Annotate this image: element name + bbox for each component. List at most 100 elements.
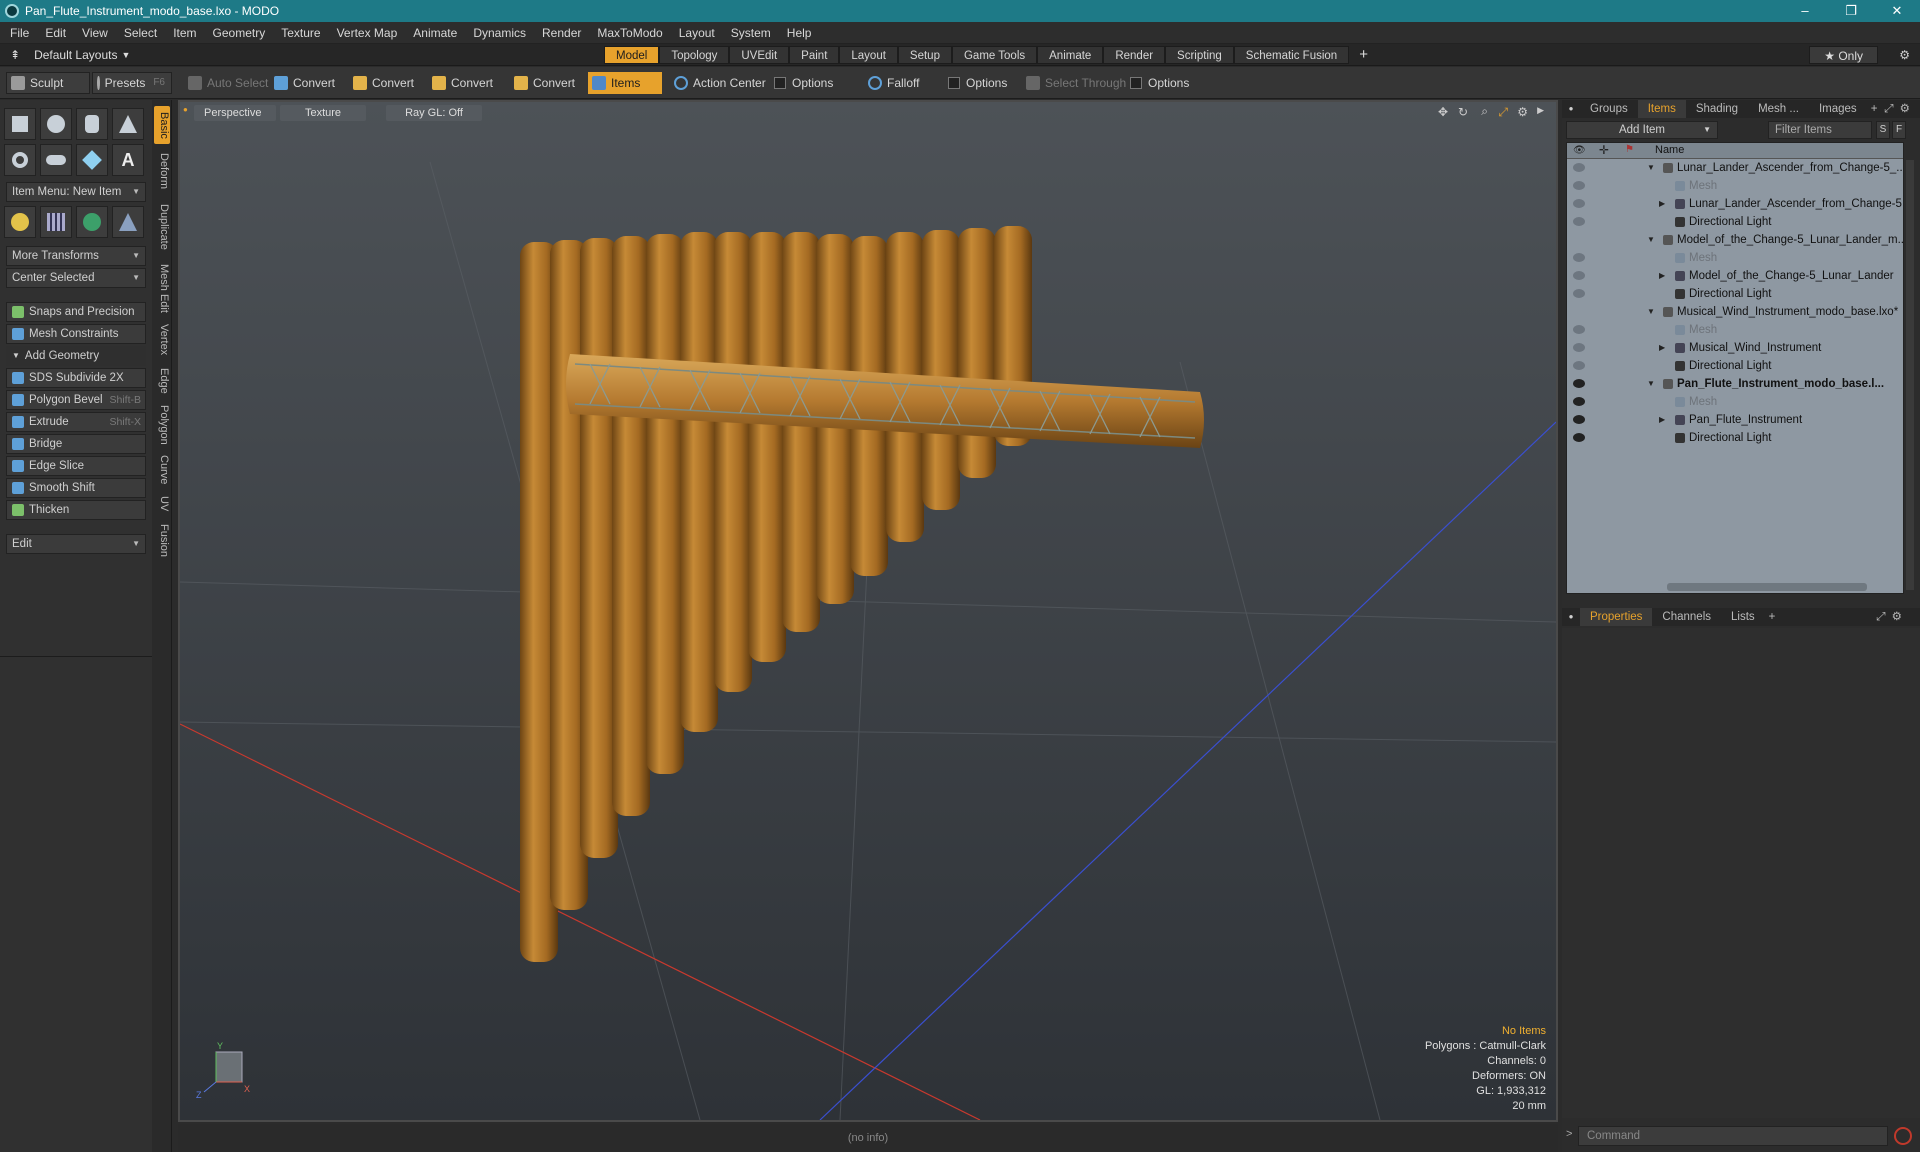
select-through-button[interactable]: Select Through bbox=[1022, 72, 1132, 94]
tab-uvedit[interactable]: UVEdit bbox=[729, 46, 790, 64]
menu-system[interactable]: System bbox=[723, 22, 779, 44]
tab-layout[interactable]: Layout bbox=[839, 46, 898, 64]
menu-dynamics[interactable]: Dynamics bbox=[465, 22, 534, 44]
visibility-eye-icon[interactable] bbox=[1573, 379, 1585, 388]
tree-row-mesh[interactable]: Mesh bbox=[1567, 249, 1903, 267]
tree-row-group[interactable]: ▶ Musical_Wind_Instrument bbox=[1567, 339, 1903, 357]
mesh-constraints-button[interactable]: Mesh Constraints bbox=[6, 324, 146, 344]
menu-render[interactable]: Render bbox=[534, 22, 589, 44]
collapsed-triangle-icon[interactable]: ▶ bbox=[1659, 195, 1665, 213]
expand-triangle-icon[interactable]: ▼ bbox=[1647, 159, 1655, 177]
tab-schematic-fusion[interactable]: Schematic Fusion bbox=[1233, 46, 1350, 64]
tab-render[interactable]: Render bbox=[1103, 46, 1166, 64]
maximize-button[interactable]: ❐ bbox=[1828, 0, 1874, 22]
tab-animate[interactable]: Animate bbox=[1037, 46, 1104, 64]
falloff-button[interactable]: Falloff bbox=[864, 72, 925, 94]
gear-icon[interactable]: ⚙ bbox=[1899, 44, 1910, 66]
tree-row-scene-wind-instrument[interactable]: ▼ Musical_Wind_Instrument_modo_base.lxo* bbox=[1567, 303, 1903, 321]
items-mode-button[interactable]: Items bbox=[588, 72, 662, 94]
edge-slice-button[interactable]: Edge Slice bbox=[6, 456, 146, 476]
tab-edge[interactable]: Edge bbox=[154, 364, 170, 398]
texture-dropdown[interactable]: Texture bbox=[280, 105, 366, 121]
layouts-dropdown[interactable]: ⇞ Default Layouts ▼ bbox=[10, 44, 130, 66]
presets-button[interactable]: Presets F6 bbox=[92, 72, 172, 94]
panel-gear-icon[interactable]: ⚙ bbox=[1897, 100, 1913, 118]
expand-triangle-icon[interactable]: ▼ bbox=[1647, 231, 1655, 249]
globe-tool-button[interactable] bbox=[76, 206, 108, 238]
panel-collapse-icon[interactable]: ● bbox=[1562, 100, 1580, 118]
tab-model[interactable]: Model bbox=[604, 46, 660, 64]
tree-row-scene-pan-flute[interactable]: ▼ Pan_Flute_Instrument_modo_base.l... bbox=[1567, 375, 1903, 393]
menu-texture[interactable]: Texture bbox=[273, 22, 328, 44]
visibility-eye-icon[interactable] bbox=[1573, 361, 1585, 370]
collapsed-triangle-icon[interactable]: ▶ bbox=[1659, 339, 1665, 357]
add-tab-button[interactable]: + bbox=[1349, 46, 1378, 64]
tab-polygon[interactable]: Polygon bbox=[154, 402, 170, 448]
tree-row-light[interactable]: Directional Light bbox=[1567, 357, 1903, 375]
visibility-eye-icon[interactable] bbox=[1573, 415, 1585, 424]
snaps-precision-button[interactable]: Snaps and Precision bbox=[6, 302, 146, 322]
smooth-shift-button[interactable]: Smooth Shift bbox=[6, 478, 146, 498]
collapsed-triangle-icon[interactable]: ▶ bbox=[1659, 267, 1665, 285]
tab-groups[interactable]: Groups bbox=[1580, 100, 1638, 118]
filter-f-button[interactable]: F bbox=[1892, 121, 1906, 139]
filter-s-button[interactable]: S bbox=[1876, 121, 1890, 139]
tab-properties[interactable]: Properties bbox=[1580, 608, 1653, 626]
sds-subdivide-button[interactable]: SDS Subdivide 2X bbox=[6, 368, 146, 388]
panel-collapse-icon[interactable]: ● bbox=[1562, 608, 1580, 626]
cube-primitive-button[interactable] bbox=[4, 108, 36, 140]
menu-edit[interactable]: Edit bbox=[37, 22, 74, 44]
expand-panel-icon[interactable]: ⤢ bbox=[1881, 100, 1896, 118]
tab-items[interactable]: Items bbox=[1637, 100, 1686, 118]
only-toggle[interactable]: ★ Only bbox=[1809, 46, 1878, 64]
add-item-dropdown[interactable]: Add Item ▼ bbox=[1566, 121, 1718, 139]
extrude-button[interactable]: Extrude Shift-X bbox=[6, 412, 146, 432]
convert-polygons-button[interactable]: Convert bbox=[428, 72, 499, 94]
tree-row-mesh[interactable]: Mesh bbox=[1567, 321, 1903, 339]
tab-uv[interactable]: UV bbox=[154, 492, 170, 516]
menu-geometry[interactable]: Geometry bbox=[205, 22, 274, 44]
tab-game-tools[interactable]: Game Tools bbox=[951, 46, 1038, 64]
expand-panel-icon[interactable]: ⤢ bbox=[1873, 608, 1888, 626]
panel-gear-icon[interactable]: ⚙ bbox=[1889, 608, 1905, 626]
convert-edges-button[interactable]: Convert bbox=[349, 72, 420, 94]
raygl-toggle[interactable]: Ray GL: Off bbox=[386, 105, 482, 121]
center-selected-dropdown[interactable]: Center Selected ▼ bbox=[6, 268, 146, 288]
visibility-eye-icon[interactable] bbox=[1573, 271, 1585, 280]
tab-paint[interactable]: Paint bbox=[789, 46, 840, 64]
convert-vertices-button[interactable]: Convert bbox=[270, 72, 341, 94]
pan-icon[interactable]: ✥ bbox=[1438, 105, 1448, 119]
tab-images[interactable]: Images bbox=[1809, 100, 1867, 118]
thicken-button[interactable]: Thicken bbox=[6, 500, 146, 520]
sculpt-button[interactable]: Sculpt bbox=[6, 72, 90, 94]
command-input[interactable]: Command bbox=[1578, 1126, 1888, 1146]
menu-view[interactable]: View bbox=[74, 22, 116, 44]
visibility-eye-icon[interactable] bbox=[1573, 325, 1585, 334]
tab-mesh-edit[interactable]: Mesh Edit bbox=[154, 260, 170, 316]
tree-row-scene-change5-lander[interactable]: ▼ Model_of_the_Change-5_Lunar_Lander_m..… bbox=[1567, 231, 1903, 249]
more-transforms-dropdown[interactable]: More Transforms ▼ bbox=[6, 246, 146, 266]
bridge-button[interactable]: Bridge bbox=[6, 434, 146, 454]
sphere-primitive-button[interactable] bbox=[40, 108, 72, 140]
minimize-button[interactable]: – bbox=[1782, 0, 1828, 22]
action-center-options-button[interactable]: Options bbox=[770, 72, 839, 94]
tree-row-group[interactable]: ▶ Pan_Flute_Instrument bbox=[1567, 411, 1903, 429]
3d-viewport[interactable]: Y X Z ● Perspective Texture Ray GL: Off … bbox=[178, 100, 1558, 1122]
visibility-eye-icon[interactable] bbox=[1573, 199, 1585, 208]
tab-scripting[interactable]: Scripting bbox=[1165, 46, 1234, 64]
text-tool-button[interactable]: A bbox=[112, 144, 144, 176]
falloff-options-button[interactable]: Options bbox=[944, 72, 1013, 94]
expand-triangle-icon[interactable]: ▼ bbox=[1647, 303, 1655, 321]
select-options-button[interactable]: Options bbox=[1126, 72, 1195, 94]
item-list[interactable]: 👁 ✛ ⚑ Name ▼ Lunar_Lander_Ascender_from_… bbox=[1566, 142, 1904, 594]
menu-file[interactable]: File bbox=[0, 22, 37, 44]
menu-help[interactable]: Help bbox=[779, 22, 820, 44]
perspective-dropdown[interactable]: Perspective bbox=[194, 105, 276, 121]
pen-tool-button[interactable] bbox=[76, 144, 108, 176]
tab-fusion[interactable]: Fusion bbox=[154, 520, 170, 562]
tree-row-group[interactable]: ▶ Model_of_the_Change-5_Lunar_Lander bbox=[1567, 267, 1903, 285]
tab-topology[interactable]: Topology bbox=[659, 46, 730, 64]
action-center-button[interactable]: Action Center bbox=[670, 72, 772, 94]
rotate-icon[interactable]: ↻ bbox=[1458, 105, 1468, 119]
tab-basic[interactable]: Basic bbox=[154, 106, 170, 144]
